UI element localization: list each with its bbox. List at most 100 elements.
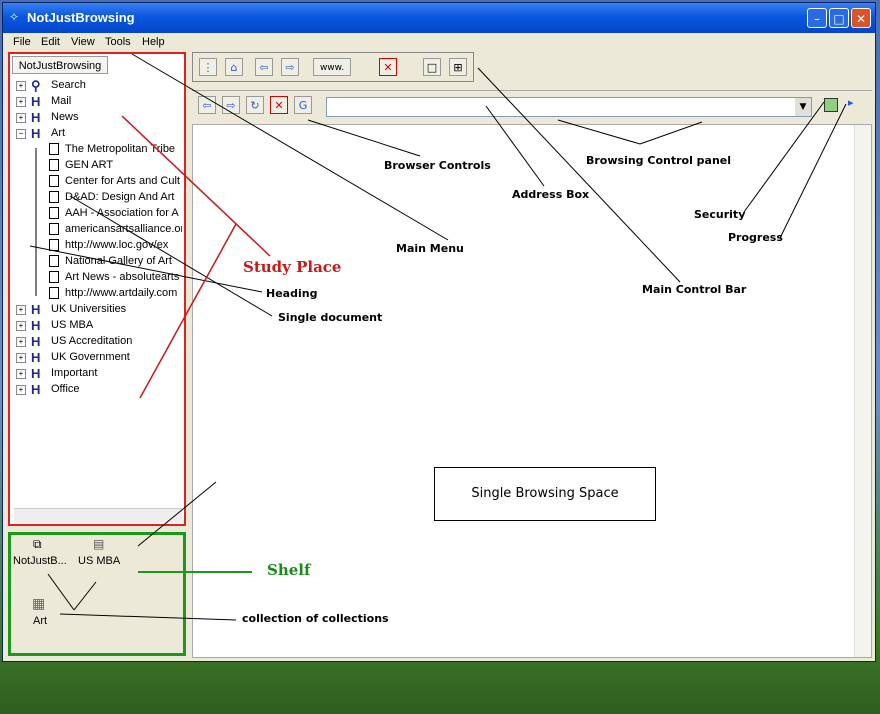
menu-help[interactable]: Help: [142, 36, 165, 48]
collapse-icon[interactable]: −: [16, 129, 26, 139]
document-icon: [49, 207, 59, 219]
back-icon[interactable]: ⇦: [198, 96, 216, 114]
search-icon: ⚲: [31, 78, 41, 93]
annotation-browser-controls: Browser Controls: [384, 159, 491, 172]
menu-tools[interactable]: Tools: [105, 36, 131, 48]
maximize-button[interactable]: □: [829, 8, 849, 28]
collection-tree: + ⚲ Search + H Mail + H News − H Art The Metropolita…: [14, 78, 182, 506]
shelf-panel: ⧉ NotJustB... ▤ US MBA ▦ Art: [8, 532, 186, 656]
document-icon: [49, 223, 59, 235]
menu-view[interactable]: View: [71, 36, 95, 48]
heading-icon: H: [31, 94, 41, 109]
annotation-shelf: Shelf: [267, 561, 311, 579]
window-title: NotJustBrowsing: [27, 10, 135, 25]
heading-icon: H: [31, 366, 41, 381]
shelf-item-art[interactable]: Art: [33, 615, 47, 627]
document-node[interactable]: AAH - Association for A: [14, 206, 182, 222]
collection-icon: ⧉: [33, 537, 42, 551]
shelf-item-us-mba[interactable]: US MBA: [78, 555, 120, 567]
tree-node-label: News: [51, 111, 79, 123]
shelf-item-notjustbrowsing[interactable]: NotJustB...: [13, 555, 67, 567]
expand-icon[interactable]: +: [16, 81, 26, 91]
document-node[interactable]: National Gallery of Art: [14, 254, 182, 270]
forward-icon[interactable]: ⇨: [222, 96, 240, 114]
heading-icon: H: [31, 382, 41, 397]
horizontal-scrollbar[interactable]: [14, 508, 182, 523]
heading-icon: H: [31, 334, 41, 349]
expand-icon[interactable]: +: [16, 353, 26, 363]
document-label: The Metropolitan Tribe: [65, 143, 176, 155]
main-control-bar: ⋮ ⌂ ⇦ ⇨ www. ✕ □ ⊞: [192, 52, 474, 82]
heading-icon: H: [31, 302, 41, 317]
menu-file[interactable]: File: [13, 36, 31, 48]
home-icon[interactable]: ⌂: [225, 58, 243, 76]
document-label: D&AD: Design And Art: [65, 191, 175, 203]
expand-icon[interactable]: +: [16, 321, 26, 331]
vertical-scrollbar[interactable]: [854, 125, 871, 657]
collection-icon: ▤: [93, 537, 105, 551]
progress-icon: ▸: [848, 96, 854, 109]
annotation-study-place: Study Place: [243, 258, 342, 276]
tree-node-label: Search: [51, 79, 86, 91]
document-label: National Gallery of Art: [65, 255, 172, 267]
tree-node-label: UK Government: [51, 351, 130, 363]
expand-icon[interactable]: +: [16, 305, 26, 315]
document-icon: [49, 159, 59, 171]
annotation-main-menu: Main Menu: [396, 242, 464, 255]
document-node[interactable]: GEN ART: [14, 158, 182, 174]
main-menu: File Edit View Tools Help: [3, 33, 875, 53]
document-label: GEN ART: [65, 159, 114, 171]
annotation-security: Security: [694, 208, 746, 221]
expand-icon[interactable]: +: [16, 369, 26, 379]
document-icon: [49, 271, 59, 283]
refresh-icon[interactable]: ↻: [246, 96, 264, 114]
stop-icon[interactable]: ✕: [270, 96, 288, 114]
split-pane-icon[interactable]: ⊞: [449, 58, 467, 76]
document-node[interactable]: http://www.loc.gov/ex: [14, 238, 182, 254]
minimize-button[interactable]: –: [807, 8, 827, 28]
annotation-progress: Progress: [728, 231, 783, 244]
tree-view-icon[interactable]: ⋮: [199, 58, 217, 76]
forward-icon[interactable]: ⇨: [281, 58, 299, 76]
tree-node-label: UK Universities: [51, 303, 127, 315]
tree-node-label: Art: [51, 127, 66, 139]
back-icon[interactable]: ⇦: [255, 58, 273, 76]
study-place-tab[interactable]: NotJustBrowsing: [12, 56, 108, 74]
heading-icon: H: [31, 318, 41, 333]
annotation-collection-of-collections: collection of collections: [242, 612, 389, 625]
tree-node-label: US Accreditation: [51, 335, 133, 347]
site-select[interactable]: www.: [313, 58, 351, 76]
chevron-down-icon[interactable]: ▼: [795, 98, 811, 116]
annotation-address-box: Address Box: [512, 188, 590, 201]
expand-icon[interactable]: +: [16, 113, 26, 123]
single-pane-icon[interactable]: □: [423, 58, 441, 76]
stop-icon[interactable]: ✕: [379, 58, 397, 76]
expand-icon[interactable]: +: [16, 337, 26, 347]
document-node[interactable]: http://www.artdaily.com: [14, 286, 182, 302]
close-button[interactable]: ✕: [851, 8, 871, 28]
document-node[interactable]: americansartsalliance.or: [14, 222, 182, 238]
heading-icon: H: [31, 126, 41, 141]
tree-node-label: Mail: [51, 95, 72, 107]
document-node[interactable]: Center for Arts and Cult: [14, 174, 182, 190]
collection-of-collections-icon: ▦: [32, 595, 46, 611]
annotation-browsing-control-panel: Browsing Control panel: [586, 154, 732, 167]
heading-icon: H: [31, 350, 41, 365]
document-node[interactable]: D&AD: Design And Art: [14, 190, 182, 206]
document-icon: [49, 143, 59, 155]
title-bar: ✧ NotJustBrowsing – □ ✕: [3, 3, 875, 33]
document-label: AAH - Association for A: [65, 207, 179, 219]
expand-icon[interactable]: +: [16, 97, 26, 107]
document-node[interactable]: The Metropolitan Tribe: [14, 142, 182, 158]
notjustbrowsing-icon: ✧: [9, 10, 20, 24]
go-icon[interactable]: G: [294, 96, 312, 114]
document-label: Art News - absolutearts: [65, 271, 180, 283]
security-icon: [824, 98, 838, 112]
document-icon: [49, 239, 59, 251]
menu-edit[interactable]: Edit: [41, 36, 60, 48]
address-box[interactable]: ▼: [326, 97, 812, 117]
document-node[interactable]: Art News - absolutearts: [14, 270, 182, 286]
annotation-main-control-bar: Main Control Bar: [642, 283, 747, 296]
heading-icon: H: [31, 110, 41, 125]
expand-icon[interactable]: +: [16, 385, 26, 395]
